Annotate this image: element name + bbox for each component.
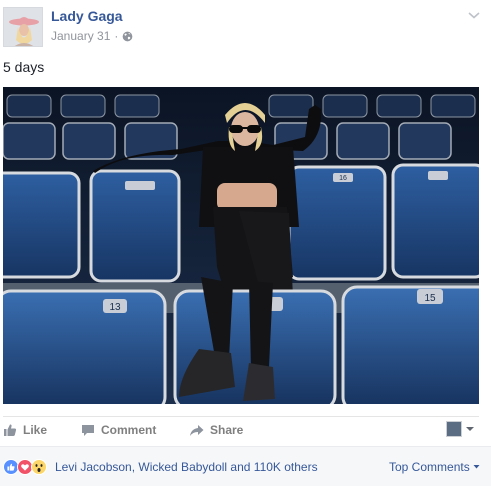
share-arrow-icon xyxy=(190,424,204,436)
stadium-photo: 16 13 15 xyxy=(3,87,479,404)
reaction-icons[interactable] xyxy=(3,459,53,475)
share-label: Share xyxy=(210,423,244,437)
author-name-link[interactable]: Lady Gaga xyxy=(51,8,123,24)
love-reaction-icon xyxy=(17,459,33,475)
reactions-bar: Levi Jacobson, Wicked Babydoll and 110K … xyxy=(0,446,491,486)
photo-seat-number: 16 xyxy=(339,175,347,182)
like-reaction-icon xyxy=(3,459,19,475)
page-avatar xyxy=(446,421,462,437)
reaction-icons-group xyxy=(3,459,47,475)
post-text: 5 days xyxy=(3,59,45,75)
caret-down-icon xyxy=(466,427,474,431)
top-comments-label: Top Comments xyxy=(389,460,470,474)
post-meta: January 31 · xyxy=(51,29,133,43)
avatar-image xyxy=(4,8,42,46)
author-avatar[interactable] xyxy=(3,7,43,47)
reactors-summary-link[interactable]: Levi Jacobson, Wicked Babydoll and 110K … xyxy=(55,460,318,474)
comment-button[interactable]: Comment xyxy=(81,423,156,437)
photo-seat-number: 13 xyxy=(109,302,121,313)
thumbs-up-icon xyxy=(4,424,17,436)
like-button[interactable]: Like xyxy=(3,423,47,437)
comment-icon xyxy=(82,424,94,436)
share-button[interactable]: Share xyxy=(189,423,243,437)
divider xyxy=(3,416,479,417)
post-photo[interactable]: 16 13 15 xyxy=(3,87,479,404)
facebook-post: Lady Gaga January 31 · 5 days 16 13 15 L… xyxy=(0,0,491,486)
chevron-down-icon[interactable] xyxy=(466,7,482,23)
meta-separator: · xyxy=(114,29,119,43)
post-as-selector[interactable] xyxy=(446,421,475,437)
photo-seat-number: 15 xyxy=(424,293,436,304)
comment-label: Comment xyxy=(101,423,157,437)
caret-down-icon xyxy=(473,465,480,469)
wow-reaction-icon xyxy=(31,459,47,475)
like-label: Like xyxy=(23,423,48,437)
post-date-link[interactable]: January 31 xyxy=(51,29,110,43)
post-actions: Like Comment Share xyxy=(3,419,483,445)
globe-icon[interactable] xyxy=(122,31,133,42)
top-comments-dropdown[interactable]: Top Comments xyxy=(389,460,480,474)
